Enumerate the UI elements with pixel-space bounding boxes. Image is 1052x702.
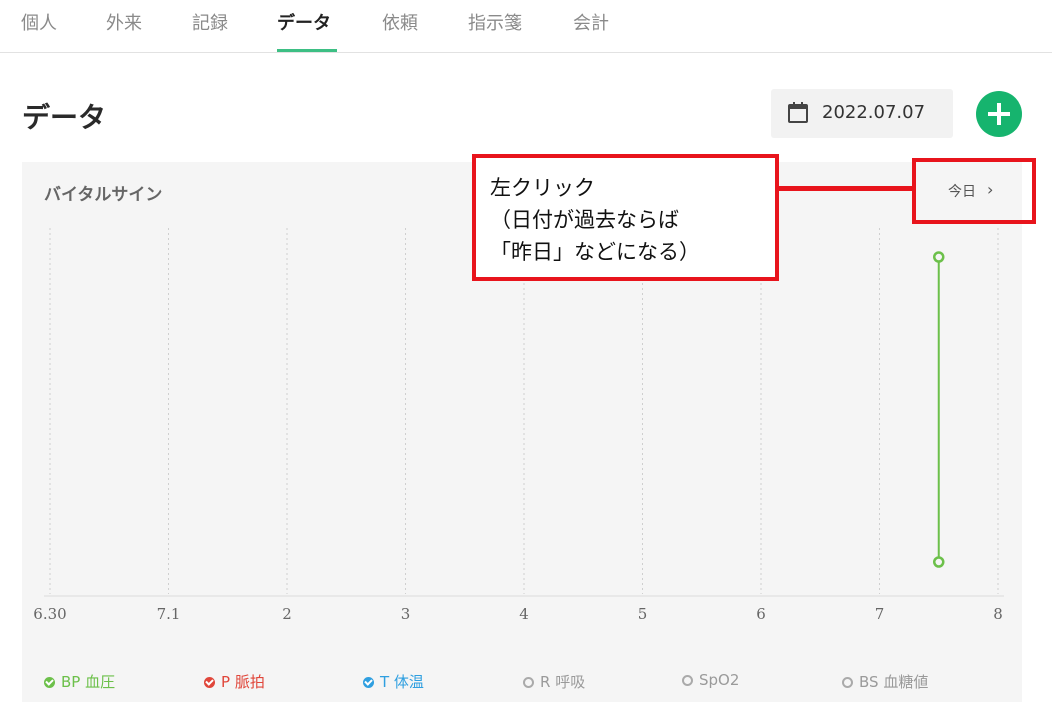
check-circle-icon <box>44 677 55 688</box>
bp-data-point[interactable] <box>933 251 945 263</box>
annotation-connector <box>779 186 912 191</box>
legend-item-respiration[interactable]: R 呼吸 <box>523 671 585 692</box>
check-circle-icon <box>363 677 374 688</box>
x-tick-label: 5 <box>638 605 648 623</box>
annotation-line-3: 「昨日」などになる） <box>490 240 700 264</box>
empty-circle-icon <box>682 675 693 686</box>
legend-item-spo2[interactable]: SpO2 <box>682 671 739 689</box>
bp-data-point[interactable] <box>933 556 945 568</box>
legend-item-blood-sugar[interactable]: BS 血糖値 <box>842 671 928 692</box>
vital-signs-chart: 6.30 7.1 2 3 4 5 6 7 8 <box>33 228 1004 623</box>
empty-circle-icon <box>842 677 853 688</box>
x-tick-label: 3 <box>401 605 411 623</box>
annotation-callout: 左クリック （日付が過去ならば 「昨日」などになる） <box>472 154 779 281</box>
annotation-line-1: 左クリック <box>490 176 595 200</box>
x-tick-label: 7.1 <box>157 605 181 623</box>
chart-series <box>933 251 945 568</box>
x-tick-label: 7 <box>875 605 885 623</box>
annotation-line-2: （日付が過去ならば <box>490 208 679 232</box>
x-axis-ticks: 6.30 7.1 2 3 4 5 6 7 8 <box>33 605 1002 623</box>
chart-grid <box>49 228 999 594</box>
empty-circle-icon <box>523 677 534 688</box>
x-tick-label: 6 <box>756 605 766 623</box>
annotation-highlight-box <box>912 158 1036 224</box>
x-tick-label: 4 <box>519 605 529 623</box>
x-tick-label: 2 <box>282 605 292 623</box>
check-circle-icon <box>204 677 215 688</box>
x-tick-label: 8 <box>993 605 1003 623</box>
legend-item-temperature[interactable]: T 体温 <box>363 671 424 692</box>
legend-item-pulse[interactable]: P 脈拍 <box>204 671 265 692</box>
legend-item-bp[interactable]: BP 血圧 <box>44 671 115 692</box>
x-tick-label: 6.30 <box>33 605 66 623</box>
